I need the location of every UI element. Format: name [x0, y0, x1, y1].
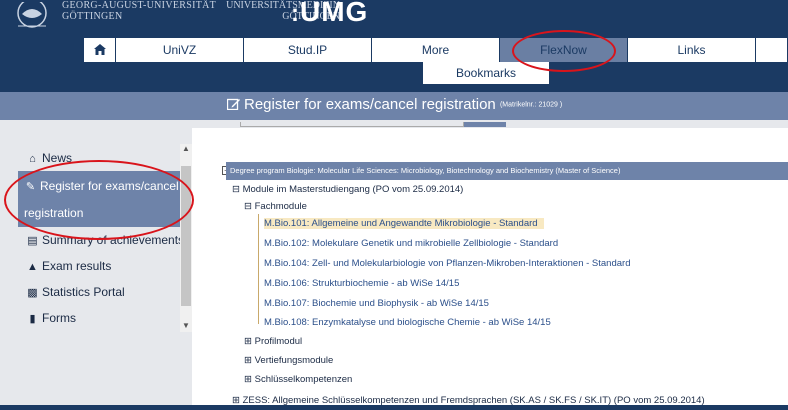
sidebar-item-label: Exam results [42, 259, 112, 273]
university-name: GEORG-AUGUST-UNIVERSITÄT GÖTTINGEN [62, 0, 216, 22]
university-seal-logo[interactable] [14, 2, 50, 32]
tree-node-label: Schlüsselkompetenzen [254, 374, 353, 385]
umg-logo[interactable]: :UMG [291, 0, 368, 28]
main-nav: UniVZ Stud.IP More FlexNow Links [84, 38, 788, 62]
tree-module-masterstudiengang[interactable]: ⊟ Module im Masterstudiengang (PO vom 25… [232, 184, 463, 195]
home-icon: ⌂ [29, 153, 36, 165]
minus-square-icon[interactable]: ⊟ [232, 184, 240, 195]
tree-leaf-mbio108[interactable]: M.Bio.108: Enzymkatalyse und biologische… [264, 317, 551, 328]
university-name-line1: GEORG-AUGUST-UNIVERSITÄT [62, 0, 217, 11]
tree-schluesselkompetenzen[interactable]: ⊞ Schlüsselkompetenzen [244, 374, 352, 385]
graduation-cap-icon: ▲ [27, 261, 38, 273]
tree-leaf-mbio106[interactable]: M.Bio.106: Strukturbiochemie - ab WiSe 1… [264, 278, 459, 289]
sidebar-item-exam-results[interactable]: ▲ Exam results [18, 253, 180, 279]
tree-connector [258, 214, 259, 324]
nav-more[interactable]: More [372, 38, 500, 62]
sidebar-item-label: Forms [42, 311, 76, 325]
home-icon [93, 44, 106, 55]
tree-fachmodule[interactable]: ⊟ Fachmodule [244, 201, 307, 212]
edit-icon [227, 98, 240, 110]
sidebar-item-statistics[interactable]: ▩ Statistics Portal [18, 279, 180, 305]
nav-studip[interactable]: Stud.IP [244, 38, 372, 62]
tree-degree-program[interactable]: Degree program Biologie: Molecular Life … [226, 162, 788, 180]
sidebar-item-forms[interactable]: ▮ Forms [18, 305, 180, 331]
scroll-down-arrow-icon[interactable]: ▼ [180, 321, 192, 333]
annotation-ellipse-register [4, 160, 194, 240]
minus-square-icon[interactable]: ⊟ [244, 201, 252, 212]
tree-profilmodul[interactable]: ⊞ Profilmodul [244, 336, 302, 347]
plus-square-icon[interactable]: ⊞ [244, 355, 252, 366]
scroll-up-arrow-icon[interactable]: ▲ [180, 144, 192, 156]
nav-links[interactable]: Links [628, 38, 756, 62]
search-button[interactable] [464, 122, 506, 127]
nav-home[interactable] [84, 38, 116, 62]
annotation-ellipse-flexnow [512, 30, 616, 72]
tree-node-label: Vertiefungsmodule [254, 355, 334, 366]
site-header: GEORG-AUGUST-UNIVERSITÄT GÖTTINGEN UNIVE… [0, 0, 788, 92]
umg-logo-text: UMG [300, 0, 369, 27]
sidebar-item-label: Statistics Portal [42, 285, 125, 299]
university-name-line2: GÖTTINGEN [62, 11, 123, 22]
search-input[interactable] [240, 122, 464, 127]
matriculation-number: (Matrikelnr.: 21029 ) [499, 101, 563, 109]
tree-vertiefungsmodule[interactable]: ⊞ Vertiefungsmodule [244, 355, 333, 366]
plus-square-icon[interactable]: ⊞ [244, 336, 252, 347]
page-title-text: Register for exams/cancel registration [244, 96, 496, 113]
bottom-bar [0, 405, 788, 410]
nav-univz[interactable]: UniVZ [116, 38, 244, 62]
nav-extra[interactable] [756, 38, 788, 62]
plus-square-icon[interactable]: ⊞ [244, 374, 252, 385]
page-title: Register for exams/cancel registration (… [227, 96, 562, 113]
tree-leaf-mbio102[interactable]: M.Bio.102: Molekulare Genetik und mikrob… [264, 238, 558, 249]
tree-node-label: Module im Masterstudiengang (PO vom 25.0… [242, 184, 464, 195]
tree-leaf-mbio104[interactable]: M.Bio.104: Zell- und Molekularbiologie v… [264, 258, 630, 269]
tree-leaf-mbio107[interactable]: M.Bio.107: Biochemie und Biophysik - ab … [264, 298, 489, 309]
bar-chart-icon: ▩ [27, 287, 38, 299]
tree-leaf-mbio101[interactable]: M.Bio.101: Allgemeine und Angewandte Mik… [264, 218, 544, 229]
file-icon: ▮ [29, 313, 36, 325]
tree-node-label: Profilmodul [254, 336, 303, 347]
tree-node-label: Fachmodule [254, 201, 307, 212]
list-icon: ▤ [27, 235, 38, 247]
page-titlebar: Register for exams/cancel registration (… [0, 92, 788, 120]
main-content: − Degree program Biologie: Molecular Lif… [192, 122, 788, 410]
